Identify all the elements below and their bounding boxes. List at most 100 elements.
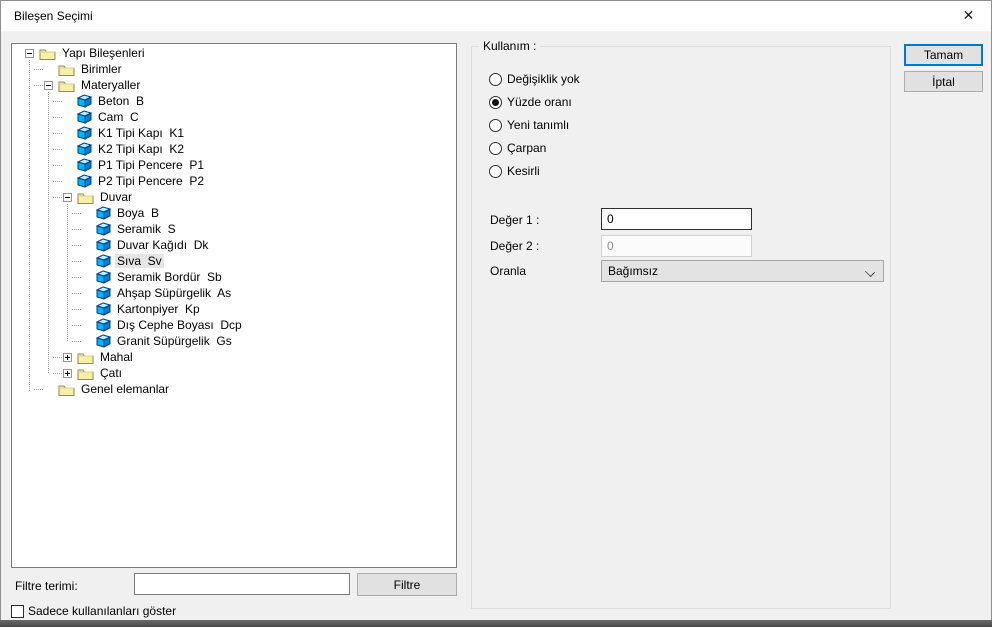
folder-icon [39,49,56,60]
material-cube-icon [77,158,92,172]
plus-expander-icon[interactable] [63,368,72,378]
material-cube-icon [96,238,111,252]
material-cube-icon [77,110,92,124]
tree-item-label: Kartonpiyer Kp [117,302,200,316]
titlebar[interactable]: Bileşen Seçimi ✕ [1,1,991,31]
tree-item-label: P2 Tipi Pencere P2 [98,174,205,188]
tree-item[interactable]: Cam C [12,109,456,125]
usage-option-label: Çarpan [507,141,547,155]
tree-item[interactable]: P1 Tipi Pencere P1 [12,157,456,173]
tree-connector [34,389,43,390]
ok-button[interactable]: Tamam [904,44,983,66]
usage-option[interactable]: Kesirli [489,164,580,178]
oranla-selected-value: Bağımsız [608,264,659,278]
oranla-label: Oranla [490,264,527,278]
tree-connector [53,181,62,182]
show-used-row[interactable]: Sadece kullanılanları göster [11,604,176,618]
tree-item[interactable]: Duvar Kağıdı Dk [12,237,456,253]
tree-connector [53,373,62,374]
tree-item[interactable]: Duvar [12,189,456,205]
close-button[interactable]: ✕ [946,1,991,30]
tree-connector [53,133,62,134]
oranla-dropdown[interactable]: Bağımsız [601,260,884,282]
tree-item[interactable]: Seramik Bordür Sb [12,269,456,285]
tree-item[interactable]: Sıva Sv [12,253,456,269]
tree-rows: Yapı Bileşenleri Birimler Materyaller Be… [12,44,456,397]
tree-item[interactable]: K2 Tipi Kapı K2 [12,141,456,157]
deger1-input[interactable] [601,208,752,230]
filter-button[interactable]: Filtre [357,573,457,596]
tree-item-label: Genel elemanlar [81,382,170,396]
tree-item[interactable]: Kartonpiyer Kp [12,301,456,317]
tree-item[interactable]: Boya B [12,205,456,221]
tree-connector [34,69,43,70]
show-used-checkbox[interactable] [11,604,24,618]
deger2-input [601,235,752,257]
material-cube-icon [77,142,92,156]
usage-option[interactable]: Çarpan [489,141,580,155]
minus-expander-icon[interactable] [63,192,72,202]
material-cube-icon [96,206,111,220]
tree-item-label: Seramik Bordür Sb [117,270,222,284]
tree-item[interactable]: Birimler [12,61,456,77]
tree-item-label: Yapı Bileşenleri [62,46,145,60]
usage-group-label: Kullanım : [479,39,541,53]
folder-icon [58,81,75,92]
tree-item[interactable]: Materyaller [12,77,456,93]
tree-connector [72,309,81,310]
radio-selected-icon[interactable] [489,95,502,109]
tree-item[interactable]: Beton B [12,93,456,109]
minus-expander-icon[interactable] [25,48,34,58]
tree-connector [72,229,81,230]
usage-option-label: Yüzde oranı [507,95,572,109]
material-cube-icon [77,174,92,188]
cancel-button[interactable]: İptal [904,71,983,92]
tree-item-label: Beton B [98,94,145,108]
material-cube-icon [96,318,111,332]
window-title: Bileşen Seçimi [14,9,93,23]
usage-option[interactable]: Yüzde oranı [489,95,580,109]
usage-option-label: Kesirli [507,164,540,178]
usage-option[interactable]: Yeni tanımlı [489,118,580,132]
radio-icon[interactable] [489,164,502,178]
tree-connector [53,101,62,102]
tree-connector [53,357,62,358]
tree-item[interactable]: P2 Tipi Pencere P2 [12,173,456,189]
deger1-label: Değer 1 : [490,213,540,227]
tree-connector [72,293,81,294]
tree-item[interactable]: Seramik S [12,221,456,237]
tree-item[interactable]: Ahşap Süpürgelik As [12,285,456,301]
background-window-strip [0,620,992,627]
tree-item-label: Ahşap Süpürgelik As [117,286,232,300]
tree-item[interactable]: Dış Cephe Boyası Dcp [12,317,456,333]
minus-expander-icon[interactable] [44,80,53,90]
folder-icon [77,353,94,364]
filter-term-label: Filtre terimi: [15,579,78,593]
component-tree[interactable]: Yapı Bileşenleri Birimler Materyaller Be… [11,43,457,568]
radio-icon[interactable] [489,72,502,86]
tree-connector [53,197,62,198]
usage-option[interactable]: Değişiklik yok [489,72,580,86]
material-cube-icon [96,254,111,268]
tree-item-label: Birimler [81,62,122,76]
tree-item-label: Duvar [100,190,133,204]
tree-item[interactable]: Mahal [12,349,456,365]
tree-item-label: Cam C [98,110,139,124]
plus-expander-icon[interactable] [63,352,72,362]
tree-connector [34,85,43,86]
tree-item-label: K2 Tipi Kapı K2 [98,142,185,156]
tree-item[interactable]: Yapı Bileşenleri [12,45,456,61]
tree-item[interactable]: Granit Süpürgelik Gs [12,333,456,349]
tree-item-label: Mahal [100,350,133,364]
radio-icon[interactable] [489,141,502,155]
tree-item-label: Boya B [117,206,160,220]
tree-item[interactable]: Genel elemanlar [12,381,456,397]
tree-item-label: Granit Süpürgelik Gs [117,334,232,348]
tree-item[interactable]: K1 Tipi Kapı K1 [12,125,456,141]
folder-icon [58,65,75,76]
tree-item[interactable]: Çatı [12,365,456,381]
radio-icon[interactable] [489,118,502,132]
filter-input[interactable] [134,573,350,595]
folder-icon [77,369,94,380]
tree-item-label: Seramik S [117,222,176,236]
